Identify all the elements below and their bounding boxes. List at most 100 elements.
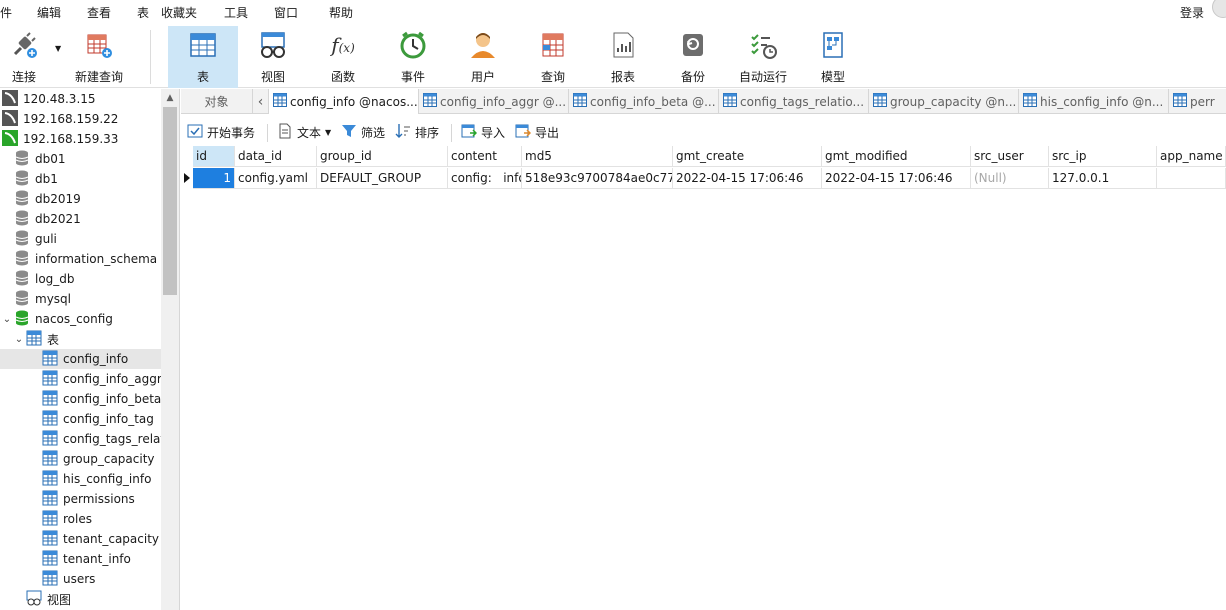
menu-table[interactable]: 表: [137, 4, 149, 21]
view-button[interactable]: 视图: [248, 26, 298, 88]
table-item[interactable]: his_config_info: [0, 469, 162, 489]
scrollbar-thumb[interactable]: [163, 107, 177, 295]
table-cell-gmt-modified[interactable]: 2022-04-15 17:06:46: [822, 168, 971, 189]
query-button[interactable]: 查询: [528, 26, 578, 88]
connect-button[interactable]: 连接: [2, 26, 46, 88]
tab-scroll-left[interactable]: ‹: [253, 89, 269, 114]
table-cell-id[interactable]: 1: [193, 168, 235, 189]
tab-his-config-info[interactable]: his_config_info @n...: [1019, 89, 1169, 114]
backup-button[interactable]: 备份: [668, 26, 718, 88]
data-grid: id data_id group_id content md5 gmt_crea…: [181, 146, 1226, 610]
filter-label: 筛选: [361, 125, 386, 140]
connection-item[interactable]: 192.168.159.22: [0, 109, 162, 129]
database-item[interactable]: log_db: [0, 269, 162, 289]
sort-button[interactable]: 排序: [395, 123, 439, 141]
chevron-down-icon[interactable]: ▼: [55, 44, 61, 53]
begin-transaction-button[interactable]: 开始事务: [187, 123, 255, 141]
column-header-gmt-create[interactable]: gmt_create: [673, 146, 822, 167]
column-header-gmt-modified[interactable]: gmt_modified: [822, 146, 971, 167]
chevron-down-icon[interactable]: ⌄: [12, 334, 26, 345]
menu-file[interactable]: 件: [0, 4, 12, 21]
database-item[interactable]: db2019: [0, 189, 162, 209]
table-label: group_capacity: [63, 452, 155, 466]
table-button[interactable]: 表: [168, 26, 238, 88]
table-cell-md5[interactable]: 518e93c9700784ae0c7745: [522, 168, 673, 189]
login-link[interactable]: 登录: [1180, 4, 1204, 21]
menu-view[interactable]: 查看: [87, 4, 111, 21]
table-icon: [42, 570, 58, 589]
menu-help[interactable]: 帮助: [329, 4, 353, 21]
user-icon: [468, 30, 498, 60]
database-item[interactable]: information_schema: [0, 249, 162, 269]
export-button[interactable]: 导出: [515, 123, 559, 141]
table-cell-src-user[interactable]: (Null): [971, 168, 1049, 189]
model-button[interactable]: 模型: [808, 26, 858, 88]
tab-group-capacity[interactable]: group_capacity @n...: [869, 89, 1019, 114]
database-item-open[interactable]: ⌄ nacos_config: [0, 309, 162, 329]
database-item[interactable]: db01: [0, 149, 162, 169]
table-item[interactable]: tenant_info: [0, 549, 162, 569]
table-label: tenant_capacity: [63, 532, 160, 546]
table-item[interactable]: roles: [0, 509, 162, 529]
event-button[interactable]: 事件: [388, 26, 438, 88]
table-item[interactable]: config_info_tag: [0, 409, 162, 429]
tab-config-info-aggr[interactable]: config_info_aggr @...: [419, 89, 569, 114]
table-item[interactable]: tenant_capacity: [0, 529, 162, 549]
function-button[interactable]: f(x) 函数: [318, 26, 368, 88]
database-item[interactable]: mysql: [0, 289, 162, 309]
table-item[interactable]: permissions: [0, 489, 162, 509]
table-item[interactable]: config_info_aggr: [0, 369, 162, 389]
table-cell-content[interactable]: config: info: [448, 168, 522, 189]
tab-objects[interactable]: 对象: [181, 89, 253, 114]
database-item[interactable]: db1: [0, 169, 162, 189]
table-item[interactable]: users: [0, 569, 162, 589]
column-header-content[interactable]: content: [448, 146, 522, 167]
menu-favorites[interactable]: 收藏夹: [161, 4, 197, 21]
column-header-md5[interactable]: md5: [522, 146, 673, 167]
table-item[interactable]: config_info_beta: [0, 389, 162, 409]
report-icon: [608, 30, 638, 60]
menu-window[interactable]: 窗口: [274, 4, 298, 21]
scroll-up-icon[interactable]: ▲: [161, 89, 179, 107]
table-cell-src-ip[interactable]: 127.0.0.1: [1049, 168, 1157, 189]
database-item[interactable]: guli: [0, 229, 162, 249]
column-header-src-user[interactable]: src_user: [971, 146, 1049, 167]
table-cell-group-id[interactable]: DEFAULT_GROUP: [317, 168, 448, 189]
connection-item-active[interactable]: 192.168.159.33: [0, 129, 162, 149]
database-item[interactable]: db2021: [0, 209, 162, 229]
text-button[interactable]: 文本 ▼: [277, 123, 331, 141]
column-header-data-id[interactable]: data_id: [235, 146, 317, 167]
sidebar-scrollbar[interactable]: ▲: [161, 89, 179, 610]
chevron-down-icon[interactable]: ⌄: [0, 314, 14, 325]
table-cell-app-name[interactable]: [1157, 168, 1226, 189]
autorun-label: 自动运行: [738, 70, 787, 84]
connection-item[interactable]: 120.48.3.15: [0, 89, 162, 109]
report-button[interactable]: 报表: [598, 26, 648, 88]
backup-icon: [678, 30, 708, 60]
user-button[interactable]: 用户: [458, 26, 508, 88]
column-header-group-id[interactable]: group_id: [317, 146, 448, 167]
column-header-app-name[interactable]: app_name: [1157, 146, 1226, 167]
column-header-src-ip[interactable]: src_ip: [1049, 146, 1157, 167]
tab-config-info-beta[interactable]: config_info_beta @...: [569, 89, 719, 114]
tab-permissions[interactable]: perr: [1169, 89, 1226, 114]
filter-button[interactable]: 筛选: [341, 123, 385, 141]
new-query-button[interactable]: 新建查询: [72, 26, 126, 88]
connect-label: 连接: [11, 70, 36, 84]
table-item[interactable]: group_capacity: [0, 449, 162, 469]
autorun-button[interactable]: 自动运行: [736, 26, 790, 88]
table-item-selected[interactable]: config_info: [0, 349, 162, 369]
table-cell-gmt-create[interactable]: 2022-04-15 17:06:46: [673, 168, 822, 189]
table-cell-data-id[interactable]: config.yaml: [235, 168, 317, 189]
column-header-id[interactable]: id: [193, 146, 235, 167]
views-folder[interactable]: 视图: [0, 589, 162, 609]
tab-config-info[interactable]: config_info @nacos...: [269, 89, 419, 114]
tables-folder[interactable]: ⌄ 表: [0, 329, 162, 349]
avatar[interactable]: [1212, 0, 1226, 18]
table-item[interactable]: config_tags_relat: [0, 429, 162, 449]
import-button[interactable]: 导入: [461, 123, 505, 141]
tab-config-tags-relation[interactable]: config_tags_relatio...: [719, 89, 869, 114]
menu-edit[interactable]: 编辑: [37, 4, 61, 21]
menu-tools[interactable]: 工具: [224, 4, 248, 21]
table-icon: [42, 390, 58, 409]
